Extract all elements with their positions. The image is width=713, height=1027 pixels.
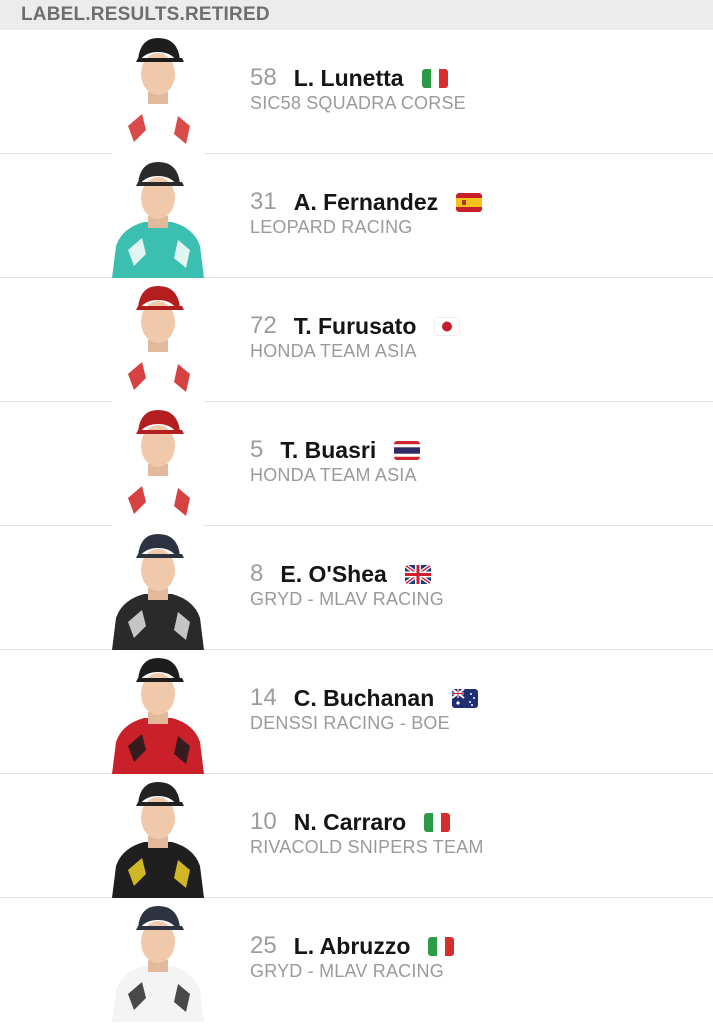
rider-info: 10 N. Carraro RIVACOLD SNIPERS TEAM bbox=[250, 808, 484, 858]
rider-photo bbox=[98, 154, 218, 278]
rider-heading: 72 T. Furusato bbox=[250, 312, 461, 340]
rider-info: 58 L. Lunetta SIC58 SQUADRA CORSE bbox=[250, 64, 466, 114]
rider-heading: 10 N. Carraro bbox=[250, 808, 484, 836]
rider-info: 31 A. Fernandez LEOPARD RACING bbox=[250, 188, 483, 238]
section-title: LABEL.RESULTS.RETIRED bbox=[21, 4, 270, 25]
rider-name: L. Lunetta bbox=[293, 64, 404, 91]
section-header: LABEL.RESULTS.RETIRED bbox=[0, 0, 713, 30]
rider-name: C. Buchanan bbox=[293, 684, 435, 711]
rider-photo bbox=[98, 30, 218, 154]
rider-photo bbox=[98, 526, 218, 650]
rider-heading: 8 E. O'Shea bbox=[250, 560, 444, 588]
spain-flag-icon bbox=[456, 192, 483, 212]
rider-number: 5 bbox=[250, 436, 264, 463]
rider-team: GRYD - MLAV RACING bbox=[250, 961, 444, 981]
rider-row[interactable]: 10 N. Carraro RIVACOLD SNIPERS TEAM bbox=[0, 774, 713, 898]
rider-name: L. Abruzzo bbox=[293, 932, 411, 959]
rider-heading: 58 L. Lunetta bbox=[250, 64, 466, 92]
rider-row[interactable]: 58 L. Lunetta SIC58 SQUADRA CORSE bbox=[0, 30, 713, 154]
australia-flag-icon bbox=[452, 688, 479, 708]
rider-heading: 25 L. Abruzzo bbox=[250, 932, 455, 960]
rider-row[interactable]: 8 E. O'Shea GRYD - MLAV RACING bbox=[0, 526, 713, 650]
rider-info: 72 T. Furusato HONDA TEAM ASIA bbox=[250, 312, 461, 362]
rider-info: 14 C. Buchanan DENSSI RACING - BOE bbox=[250, 684, 479, 734]
rider-team: SIC58 SQUADRA CORSE bbox=[250, 93, 466, 113]
rider-photo bbox=[98, 774, 218, 898]
rider-photo bbox=[98, 898, 218, 1022]
rider-info: 5 T. Buasri HONDA TEAM ASIA bbox=[250, 436, 421, 486]
rider-number: 14 bbox=[250, 684, 277, 711]
rider-row[interactable]: 72 T. Furusato HONDA TEAM ASIA bbox=[0, 278, 713, 402]
rider-name: N. Carraro bbox=[293, 808, 407, 835]
italy-flag-icon bbox=[428, 936, 455, 956]
rider-row[interactable]: 5 T. Buasri HONDA TEAM ASIA bbox=[0, 402, 713, 526]
rider-heading: 31 A. Fernandez bbox=[250, 188, 483, 216]
rider-heading: 14 C. Buchanan bbox=[250, 684, 479, 712]
rider-name: A. Fernandez bbox=[293, 188, 439, 215]
thailand-flag-icon bbox=[394, 440, 421, 460]
japan-flag-icon bbox=[434, 316, 461, 336]
rider-team: DENSSI RACING - BOE bbox=[250, 713, 450, 733]
rider-number: 10 bbox=[250, 808, 277, 835]
uk-flag-icon bbox=[404, 564, 431, 584]
rider-photo bbox=[98, 278, 218, 402]
italy-flag-icon bbox=[424, 812, 451, 832]
rider-team: RIVACOLD SNIPERS TEAM bbox=[250, 837, 484, 857]
rider-info: 8 E. O'Shea GRYD - MLAV RACING bbox=[250, 560, 444, 610]
rider-name: T. Buasri bbox=[280, 436, 377, 463]
italy-flag-icon bbox=[421, 68, 448, 88]
rider-number: 25 bbox=[250, 932, 277, 959]
rider-team: HONDA TEAM ASIA bbox=[250, 465, 417, 485]
rider-list: 58 L. Lunetta SIC58 SQUADRA CORSE 31 A. Fern… bbox=[0, 30, 713, 1022]
rider-info: 25 L. Abruzzo GRYD - MLAV RACING bbox=[250, 932, 455, 982]
rider-number: 31 bbox=[250, 188, 277, 215]
rider-name: E. O'Shea bbox=[280, 560, 387, 587]
rider-number: 72 bbox=[250, 312, 277, 339]
rider-row[interactable]: 25 L. Abruzzo GRYD - MLAV RACING bbox=[0, 898, 713, 1022]
rider-number: 58 bbox=[250, 64, 277, 91]
rider-name: T. Furusato bbox=[293, 312, 417, 339]
rider-team: LEOPARD RACING bbox=[250, 217, 413, 237]
rider-number: 8 bbox=[250, 560, 264, 587]
rider-row[interactable]: 14 C. Buchanan DENSSI RACING - BOE bbox=[0, 650, 713, 774]
rider-row[interactable]: 31 A. Fernandez LEOPARD RACING bbox=[0, 154, 713, 278]
rider-photo bbox=[98, 650, 218, 774]
rider-heading: 5 T. Buasri bbox=[250, 436, 421, 464]
rider-team: GRYD - MLAV RACING bbox=[250, 589, 444, 609]
rider-team: HONDA TEAM ASIA bbox=[250, 341, 417, 361]
rider-photo bbox=[98, 402, 218, 526]
